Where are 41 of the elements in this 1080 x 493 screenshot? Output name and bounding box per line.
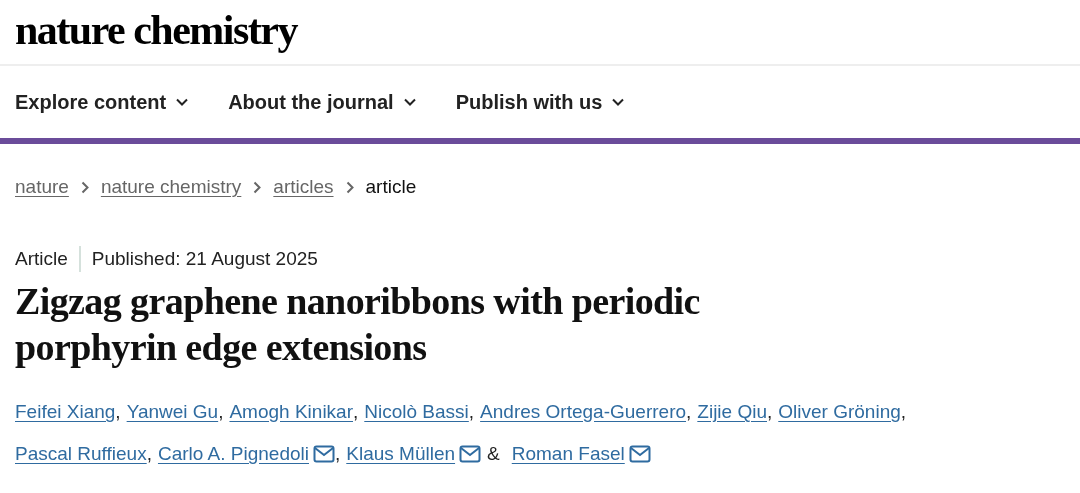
nav-menu-button[interactable]: Publish with us	[455, 90, 625, 114]
email-icon[interactable]	[459, 445, 482, 463]
author-separator: ,	[218, 400, 224, 424]
breadcrumb-link[interactable]: nature chemistry	[100, 176, 242, 198]
author-separator: ,	[767, 400, 773, 424]
author-link[interactable]: Oliver Gröning	[778, 396, 901, 428]
author-link[interactable]: Pascal Ruffieux	[15, 438, 147, 470]
author-separator: ,	[468, 400, 475, 424]
email-icon[interactable]	[313, 445, 335, 463]
breadcrumb-current: article	[365, 176, 417, 198]
chevron-down-icon	[612, 98, 625, 106]
author-separator: ,	[115, 400, 121, 424]
author-link[interactable]: Feifei Xiang	[15, 396, 116, 428]
author-link[interactable]: Andres Ortega-Guerrero	[480, 396, 687, 428]
author-separator: ,	[335, 442, 341, 466]
chevron-down-icon	[403, 98, 416, 106]
publish-date: Published: 21 August 2025	[91, 248, 318, 270]
chevron-right-icon	[253, 180, 262, 194]
email-icon[interactable]	[628, 445, 651, 463]
author-link[interactable]: Yanwei Gu	[126, 396, 219, 428]
article-title: Zigzag graphene nanoribbons with periodic porphyrin edge extensions	[15, 279, 701, 370]
author-separator: ,	[353, 400, 359, 424]
author-separator: &	[487, 442, 500, 466]
author-link[interactable]: Roman Fasel	[511, 438, 625, 470]
chevron-right-icon	[345, 180, 354, 194]
author-link[interactable]: Klaus Müllen	[346, 438, 456, 470]
author-separator: ,	[146, 442, 152, 466]
nav-menu-button[interactable]: About the journal	[228, 90, 416, 114]
author-link[interactable]: Nicolò Bassi	[364, 396, 469, 428]
journal-logo[interactable]: nature chemistry	[15, 6, 297, 54]
breadcrumb-link[interactable]: nature	[15, 176, 69, 198]
chevron-down-icon	[176, 98, 189, 106]
nav-menu-button[interactable]: Explore content	[15, 90, 189, 114]
author-link[interactable]: Carlo A. Pignedoli	[157, 438, 309, 470]
author-separator: ,	[686, 400, 692, 424]
breadcrumb-link[interactable]: articles	[273, 176, 334, 198]
author-link[interactable]: Zijie Qiu	[697, 396, 767, 428]
chevron-right-icon	[80, 180, 89, 194]
article-type: Article	[15, 248, 68, 270]
author-separator: ,	[900, 400, 907, 424]
author-link[interactable]: Amogh Kinikar	[229, 396, 353, 428]
